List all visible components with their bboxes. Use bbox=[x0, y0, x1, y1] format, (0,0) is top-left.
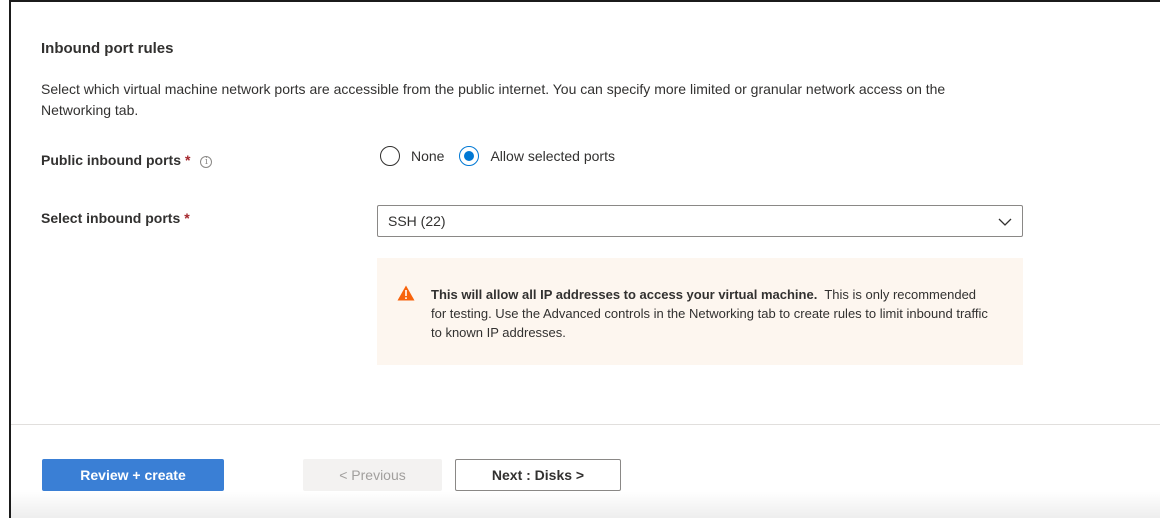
radio-option-allow-selected-ports[interactable]: Allow selected ports bbox=[459, 146, 615, 166]
warning-bold-text: This will allow all IP addresses to acce… bbox=[431, 287, 818, 302]
radio-option-none[interactable]: None bbox=[380, 146, 444, 166]
public-inbound-ports-label: Public inbound ports * i bbox=[41, 152, 213, 168]
info-icon[interactable]: i bbox=[200, 156, 213, 168]
select-inbound-ports-label-text: Select inbound ports bbox=[41, 210, 181, 226]
radio-label-none: None bbox=[411, 148, 445, 164]
warning-icon bbox=[397, 285, 415, 301]
chevron-down-icon bbox=[998, 218, 1012, 226]
public-inbound-ports-label-text: Public inbound ports bbox=[41, 152, 181, 168]
required-marker: * bbox=[185, 152, 191, 168]
review-create-button[interactable]: Review + create bbox=[42, 459, 224, 491]
radio-button-allow-selected-ports[interactable] bbox=[459, 146, 480, 166]
radio-selected-dot bbox=[464, 151, 475, 161]
radio-label-allow-selected-ports: Allow selected ports bbox=[490, 148, 615, 164]
public-inbound-ports-radio-group: None Allow selected ports bbox=[380, 146, 630, 166]
warning-message-bar: This will allow all IP addresses to acce… bbox=[377, 258, 1023, 365]
section-title: Inbound port rules bbox=[41, 40, 174, 57]
select-inbound-ports-dropdown[interactable]: SSH (22) bbox=[377, 205, 1023, 237]
warning-text: This will allow all IP addresses to acce… bbox=[431, 285, 991, 342]
select-inbound-ports-label: Select inbound ports * bbox=[41, 210, 190, 226]
dropdown-selected-value: SSH (22) bbox=[388, 213, 446, 229]
footer-shade bbox=[11, 492, 1160, 518]
required-marker: * bbox=[184, 210, 190, 226]
blade-content: Inbound port rules Select which virtual … bbox=[9, 0, 1160, 518]
footer-divider bbox=[11, 424, 1160, 425]
radio-button-none[interactable] bbox=[380, 146, 400, 166]
section-description: Select which virtual machine network por… bbox=[41, 81, 946, 118]
previous-button[interactable]: < Previous bbox=[303, 459, 442, 491]
next-disks-button[interactable]: Next : Disks > bbox=[455, 459, 621, 491]
